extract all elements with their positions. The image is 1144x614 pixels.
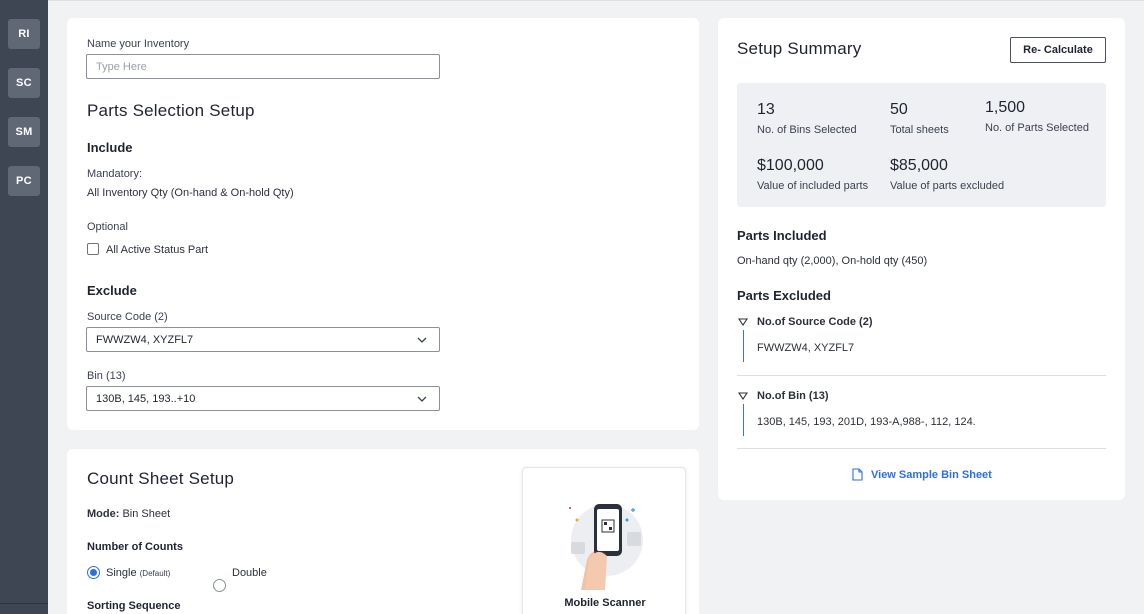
tree-connector	[743, 404, 744, 436]
recalculate-button[interactable]: Re- Calculate	[1010, 37, 1106, 63]
radio-single-note: (Default)	[139, 569, 171, 578]
total-sheets-value: 50	[890, 101, 908, 118]
radio-single-text: Single	[106, 567, 137, 579]
bin-label: Bin (13)	[87, 370, 126, 382]
summary-divider	[737, 375, 1106, 376]
bin-group-heading[interactable]: No.of Bin (13)	[757, 390, 829, 402]
inventory-name-label: Name your Inventory	[87, 38, 190, 50]
bins-selected-value: 13	[757, 101, 775, 118]
source-code-label: Source Code (2)	[87, 311, 168, 323]
radio-double[interactable]	[213, 579, 226, 592]
include-heading: Include	[87, 140, 133, 155]
mobile-scanner-label: Mobile Scanner	[564, 597, 646, 609]
collapse-triangle-icon[interactable]	[738, 392, 748, 400]
document-icon	[852, 468, 863, 481]
bins-selected-label: No. of Bins Selected	[757, 124, 857, 136]
chevron-down-icon	[417, 396, 427, 402]
included-value: $100,000	[757, 157, 824, 174]
excluded-label: Value of parts excluded	[890, 180, 1005, 192]
included-label: Value of included parts	[757, 180, 869, 192]
mobile-scanner-option[interactable]: Mobile Scanner	[522, 467, 686, 614]
active-status-checkbox-label[interactable]: All Active Status Part	[106, 244, 208, 256]
collapse-triangle-icon[interactable]	[738, 318, 748, 326]
tree-connector	[743, 330, 744, 362]
optional-label: Optional	[87, 221, 128, 233]
mandatory-label: Mandatory:	[87, 168, 143, 180]
count-sheet-title: Count Sheet Setup	[87, 469, 235, 488]
mode-value: Bin Sheet	[122, 508, 171, 520]
setup-summary-title: Setup Summary	[737, 39, 862, 58]
active-status-checkbox[interactable]	[87, 243, 99, 255]
bin-select[interactable]: 130B, 145, 193..+10	[86, 386, 440, 411]
exclude-heading: Exclude	[87, 283, 137, 298]
view-sample-bin-sheet-text: View Sample Bin Sheet	[871, 468, 992, 481]
source-code-group-heading[interactable]: No.of Source Code (2)	[757, 316, 873, 328]
inventory-name-input[interactable]: Type Here	[86, 54, 440, 79]
rail-divider	[0, 603, 48, 604]
sorting-sequence-label: Sorting Sequence	[87, 600, 181, 612]
bin-select-value: 130B, 145, 193..+10	[96, 392, 196, 405]
parts-selection-title: Parts Selection Setup	[87, 101, 255, 120]
rail-item-pc[interactable]: PC	[8, 166, 40, 196]
rail-item-sc[interactable]: SC	[8, 68, 40, 98]
mandatory-value: All Inventory Qty (On-hand & On-hold Qty…	[87, 187, 294, 199]
radio-single[interactable]	[87, 566, 100, 579]
mode-label: Mode:	[87, 508, 120, 520]
radio-double-label[interactable]: Double	[232, 567, 267, 579]
summary-divider	[737, 448, 1106, 449]
mobile-scanner-illustration	[569, 504, 643, 590]
source-code-select[interactable]: FWWZW4, XYZFL7	[86, 327, 440, 352]
rail-item-ri[interactable]: RI	[8, 19, 40, 49]
total-sheets-label: Total sheets	[890, 124, 949, 136]
parts-included-text: On-hand qty (2,000), On-hold qty (450)	[737, 255, 928, 267]
source-code-select-value: FWWZW4, XYZFL7	[96, 333, 194, 346]
rail-item-sm[interactable]: SM	[8, 117, 40, 147]
parts-selected-value: 1,500	[985, 99, 1026, 116]
parts-selected-label: No. of Parts Selected	[985, 122, 1089, 134]
mode-row: Mode: Bin Sheet	[87, 508, 170, 520]
parts-selection-card	[67, 18, 699, 430]
radio-single-label[interactable]: Single (Default)	[106, 567, 170, 579]
parts-included-heading: Parts Included	[737, 228, 827, 243]
header-divider	[48, 0, 1144, 1]
number-of-counts-label: Number of Counts	[87, 541, 183, 553]
chevron-down-icon	[417, 337, 427, 343]
view-sample-bin-sheet-link[interactable]: View Sample Bin Sheet	[852, 468, 992, 481]
parts-excluded-heading: Parts Excluded	[737, 288, 831, 303]
bin-list: 130B, 145, 193, 201D, 193-A,988-, 112, 1…	[757, 416, 976, 428]
left-rail: RI SC SM PC	[0, 0, 48, 614]
excluded-value: $85,000	[890, 157, 948, 174]
source-code-list: FWWZW4, XYZFL7	[757, 342, 855, 354]
